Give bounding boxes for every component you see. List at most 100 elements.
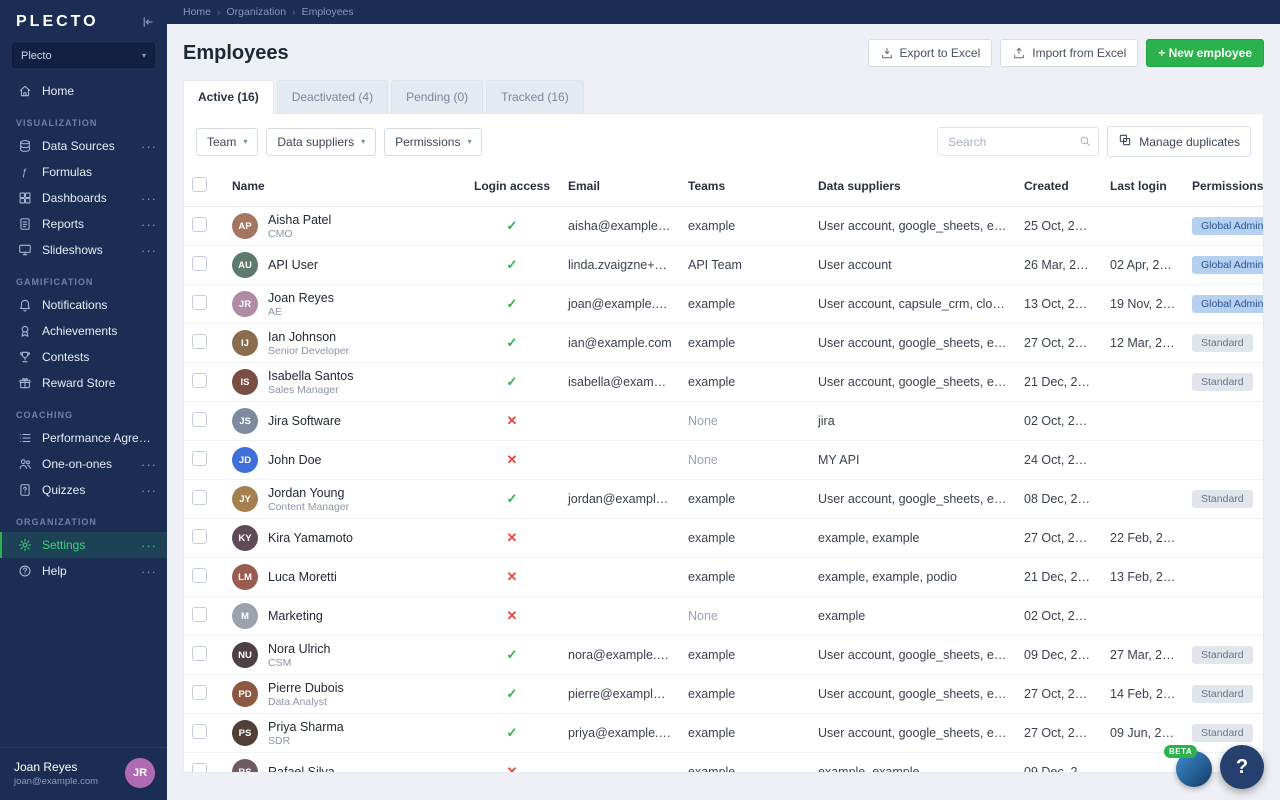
header-actions: Export to Excel Import from Excel + New …	[868, 39, 1264, 67]
row-checkbox[interactable]	[192, 724, 207, 739]
sidebar-item-home[interactable]: Home	[0, 78, 167, 104]
email-cell: joan@example.com	[560, 285, 680, 324]
row-checkbox[interactable]	[192, 295, 207, 310]
help-launcher-button[interactable]: ?	[1220, 745, 1264, 789]
table-row[interactable]: KYKira Yamamoto✕exampleexample, example2…	[184, 519, 1263, 558]
row-checkbox[interactable]	[192, 373, 207, 388]
table-row[interactable]: MMarketing✕Noneexample02 Oct, 2024	[184, 597, 1263, 636]
tab-pending[interactable]: Pending (0)	[391, 80, 483, 114]
sidebar-item-notifications[interactable]: Notifications	[0, 292, 167, 318]
email-cell: priya@example.com	[560, 714, 680, 753]
item-options-icon[interactable]: ···	[141, 191, 157, 206]
avatar: IS	[232, 369, 258, 395]
sidebar-item-settings[interactable]: Settings···	[0, 532, 167, 558]
data-suppliers-cell: example, example, podio	[810, 558, 1016, 597]
permission-badge: Standard	[1192, 685, 1253, 703]
item-options-icon[interactable]: ···	[141, 457, 157, 472]
table-row[interactable]: JRJoan ReyesAE✓joan@example.comexampleUs…	[184, 285, 1263, 324]
sidebar-item-formulas[interactable]: ƒFormulas	[0, 159, 167, 185]
row-checkbox[interactable]	[192, 646, 207, 661]
row-checkbox[interactable]	[192, 217, 207, 232]
row-checkbox[interactable]	[192, 763, 207, 773]
manage-duplicates-button[interactable]: Manage duplicates	[1107, 126, 1251, 157]
table-row[interactable]: RSRafael Silva✕exampleexample, example09…	[184, 753, 1263, 774]
dashboard-icon	[18, 191, 33, 206]
sidebar-item-reports[interactable]: Reports···	[0, 211, 167, 237]
breadcrumb-item-home[interactable]: Home	[183, 6, 211, 18]
row-checkbox[interactable]	[192, 256, 207, 271]
sidebar-item-dashboards[interactable]: Dashboards···	[0, 185, 167, 211]
item-options-icon[interactable]: ···	[141, 139, 157, 154]
export-to-excel-button[interactable]: Export to Excel	[868, 39, 993, 67]
checkbox-cell	[184, 480, 224, 519]
table-row[interactable]: LMLuca Moretti✕exampleexample, example, …	[184, 558, 1263, 597]
search-input[interactable]	[937, 127, 1099, 156]
login-access-denied-icon: ✕	[507, 452, 518, 467]
item-options-icon[interactable]: ···	[141, 243, 157, 258]
user-profile[interactable]: Joan Reyes joan@example.com JR	[0, 747, 167, 800]
item-options-icon[interactable]: ···	[141, 538, 157, 553]
table-row[interactable]: JYJordan YoungContent Manager✓jordan@exa…	[184, 480, 1263, 519]
sidebar-item-performance-agreements[interactable]: Performance Agreements	[0, 425, 167, 451]
employee-role: SDR	[268, 735, 344, 747]
table-row[interactable]: NUNora UlrichCSM✓nora@example.comexample…	[184, 636, 1263, 675]
sidebar-item-quizzes[interactable]: Quizzes···	[0, 477, 167, 503]
row-checkbox[interactable]	[192, 412, 207, 427]
item-options-icon[interactable]: ···	[141, 483, 157, 498]
row-checkbox[interactable]	[192, 685, 207, 700]
table-row[interactable]: APAisha PatelCMO✓aisha@example.comexampl…	[184, 207, 1263, 246]
last-login-cell	[1102, 441, 1184, 480]
select-all-checkbox[interactable]	[192, 177, 207, 192]
item-options-icon[interactable]: ···	[141, 217, 157, 232]
sidebar-item-help[interactable]: Help···	[0, 558, 167, 584]
row-checkbox[interactable]	[192, 529, 207, 544]
teams-cell: example	[680, 714, 810, 753]
tab-active[interactable]: Active (16)	[183, 80, 274, 114]
tab-tracked[interactable]: Tracked (16)	[486, 80, 584, 114]
item-options-icon[interactable]: ···	[141, 564, 157, 579]
team-filter[interactable]: Team ▾	[196, 128, 258, 156]
employee-role: Data Analyst	[268, 696, 344, 708]
table-row[interactable]: JSJira Software✕Nonejira02 Oct, 2024	[184, 402, 1263, 441]
row-checkbox[interactable]	[192, 490, 207, 505]
user-email: joan@example.com	[14, 776, 98, 787]
row-checkbox[interactable]	[192, 451, 207, 466]
name-cell-wrap: ISIsabella SantosSales Manager	[224, 363, 464, 402]
new-employee-button[interactable]: + New employee	[1146, 39, 1264, 67]
beta-assistant-bubble[interactable]: BETA	[1176, 751, 1212, 787]
table-row[interactable]: PSPriya SharmaSDR✓priya@example.comexamp…	[184, 714, 1263, 753]
table-row[interactable]: PDPierre DuboisData Analyst✓pierre@examp…	[184, 675, 1263, 714]
breadcrumb-item-organization[interactable]: Organization	[227, 6, 287, 18]
import-from-excel-button[interactable]: Import from Excel	[1000, 39, 1138, 67]
checkbox-cell	[184, 285, 224, 324]
employee-name-cell: AUAPI User	[232, 251, 456, 279]
employee-name-cell: JDJohn Doe	[232, 446, 456, 474]
table-row[interactable]: ISIsabella SantosSales Manager✓isabella@…	[184, 363, 1263, 402]
tab-deactivated[interactable]: Deactivated (4)	[277, 80, 388, 114]
table-row[interactable]: AUAPI User✓linda.zvaigzne+api@…API TeamU…	[184, 246, 1263, 285]
row-checkbox[interactable]	[192, 334, 207, 349]
data-suppliers-filter[interactable]: Data suppliers ▾	[266, 128, 376, 156]
table-row[interactable]: JDJohn Doe✕NoneMY API24 Oct, 2024	[184, 441, 1263, 480]
table-row[interactable]: IJIan JohnsonSenior Developer✓ian@exampl…	[184, 324, 1263, 363]
sidebar-item-contests[interactable]: Contests	[0, 344, 167, 370]
data-suppliers-cell: example	[810, 597, 1016, 636]
sidebar-item-one-on-ones[interactable]: One-on-ones···	[0, 451, 167, 477]
employee-name-stack: Jordan YoungContent Manager	[268, 486, 349, 513]
breadcrumb-separator: ›	[217, 6, 221, 18]
sidebar-item-label: Data Sources	[42, 139, 132, 153]
workspace-selector[interactable]: Plecto ▾	[12, 43, 155, 68]
data-suppliers-cell: User account, google_sheets, example, ex…	[810, 207, 1016, 246]
sidebar-item-achievements[interactable]: Achievements	[0, 318, 167, 344]
breadcrumb-item-employees[interactable]: Employees	[302, 6, 354, 18]
sidebar-item-data-sources[interactable]: Data Sources ···	[0, 133, 167, 159]
sidebar-item-slideshows[interactable]: Slideshows···	[0, 237, 167, 263]
created-cell: 09 Dec, 2021	[1016, 636, 1102, 675]
row-checkbox[interactable]	[192, 607, 207, 622]
report-icon	[18, 217, 33, 232]
sidebar-item-reward-store[interactable]: Reward Store	[0, 370, 167, 396]
permissions-filter[interactable]: Permissions ▾	[384, 128, 482, 156]
collapse-sidebar-icon[interactable]	[141, 15, 155, 29]
avatar: AP	[232, 213, 258, 239]
row-checkbox[interactable]	[192, 568, 207, 583]
